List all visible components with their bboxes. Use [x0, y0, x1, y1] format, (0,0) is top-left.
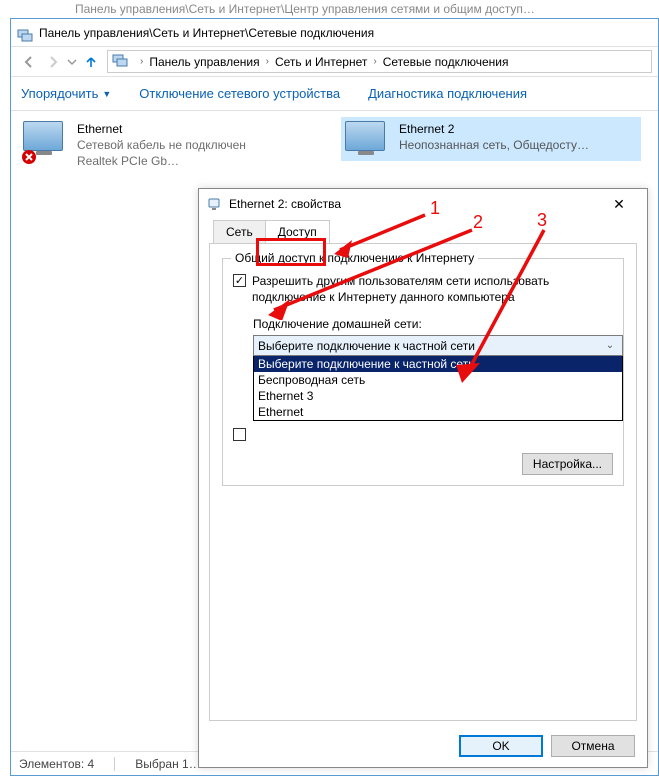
- adapter-icon: [23, 121, 67, 157]
- chevron-right-icon: ›: [266, 56, 269, 67]
- home-network-combo: Выберите подключение к частной сети ⌄ Вы…: [253, 335, 623, 421]
- disconnected-x-icon: [21, 149, 37, 165]
- background-window-title: Панель управления\Сеть и Интернет\Центр …: [75, 0, 659, 18]
- network-connections-icon: [112, 52, 128, 71]
- dialog-panel: Общий доступ к подключению к Интернету ✓…: [209, 243, 637, 721]
- chevron-down-icon: ⌄: [602, 340, 618, 351]
- adapter-small-icon: [207, 195, 223, 214]
- window-titlebar: Панель управления\Сеть и Интернет\Сетевы…: [11, 19, 658, 47]
- address-bar-row: › Панель управления › Сеть и Интернет › …: [11, 47, 658, 77]
- allow-sharing-checkbox[interactable]: ✓: [233, 274, 246, 287]
- chevron-down-icon: ▼: [102, 89, 111, 99]
- allow-control-checkbox[interactable]: [233, 428, 246, 441]
- dialog-title-text: Ethernet 2: свойства: [229, 197, 341, 211]
- adapter-icon: [345, 121, 389, 157]
- allow-sharing-label: Разрешить другим пользователям сети испо…: [252, 273, 613, 305]
- ics-group: Общий доступ к подключению к Интернету ✓…: [222, 258, 624, 486]
- ok-button[interactable]: OK: [459, 735, 543, 757]
- organize-menu[interactable]: Упорядочить ▼: [21, 86, 111, 101]
- combo-box[interactable]: Выберите подключение к частной сети ⌄: [253, 335, 623, 356]
- second-checkbox-row: [233, 427, 613, 441]
- connection-status: Сетевой кабель не подключен: [77, 137, 246, 153]
- combo-option[interactable]: Ethernet 3: [254, 388, 622, 404]
- combo-option[interactable]: Выберите подключение к частной сети: [254, 356, 622, 372]
- network-connections-icon: [17, 25, 33, 53]
- dialog-buttons: OK Отмена: [459, 735, 635, 757]
- breadcrumb-segment[interactable]: Панель управления: [149, 55, 259, 69]
- tab-network[interactable]: Сеть: [213, 220, 266, 244]
- group-legend: Общий доступ к подключению к Интернету: [231, 251, 478, 265]
- nav-recent-dropdown[interactable]: [65, 50, 79, 74]
- dialog-titlebar: Ethernet 2: свойства ✕: [199, 189, 647, 219]
- connection-device: Realtek PCIe Gb…: [77, 153, 246, 169]
- nav-up-button[interactable]: [79, 50, 103, 74]
- combo-option[interactable]: Беспроводная сеть: [254, 372, 622, 388]
- status-separator: [114, 757, 115, 771]
- window-title-text: Панель управления\Сеть и Интернет\Сетевы…: [39, 26, 374, 40]
- connection-status: Неопознанная сеть, Общедосту…: [399, 137, 589, 153]
- connection-item-ethernet[interactable]: Ethernet Сетевой кабель не подключен Rea…: [23, 121, 323, 169]
- combo-selected-value: Выберите подключение к частной сети: [258, 339, 475, 353]
- organize-label: Упорядочить: [21, 86, 98, 101]
- home-network-label: Подключение домашней сети:: [253, 317, 613, 331]
- settings-button-row: Настройка...: [233, 453, 613, 475]
- command-bar: Упорядочить ▼ Отключение сетевого устрой…: [11, 77, 658, 111]
- tab-sharing[interactable]: Доступ: [265, 220, 330, 244]
- breadcrumb-segment[interactable]: Сеть и Интернет: [275, 55, 367, 69]
- nav-forward-button: [41, 50, 65, 74]
- properties-dialog: Ethernet 2: свойства ✕ Сеть Доступ Общий…: [198, 188, 648, 768]
- dialog-tabs: Сеть Доступ: [199, 220, 647, 244]
- chevron-right-icon: ›: [140, 56, 143, 67]
- background-window-title-text: Панель управления\Сеть и Интернет\Центр …: [75, 2, 535, 16]
- diagnose-button[interactable]: Диагностика подключения: [368, 86, 527, 101]
- close-icon: ✕: [613, 196, 625, 213]
- breadcrumb-bar[interactable]: › Панель управления › Сеть и Интернет › …: [107, 50, 652, 73]
- nav-back-button[interactable]: [17, 50, 41, 74]
- connection-item-ethernet2[interactable]: Ethernet 2 Неопознанная сеть, Общедосту…: [341, 117, 641, 161]
- item-count: Элементов: 4: [19, 757, 94, 771]
- combo-dropdown-list: Выберите подключение к частной сети Бесп…: [253, 356, 623, 421]
- cancel-button[interactable]: Отмена: [551, 735, 635, 757]
- allow-sharing-row: ✓ Разрешить другим пользователям сети ис…: [233, 273, 613, 305]
- breadcrumb-segment[interactable]: Сетевые подключения: [383, 55, 509, 69]
- disable-device-button[interactable]: Отключение сетевого устройства: [139, 86, 340, 101]
- connection-name: Ethernet 2: [399, 121, 589, 137]
- chevron-right-icon: ›: [373, 56, 376, 67]
- settings-button[interactable]: Настройка...: [522, 453, 613, 475]
- selected-count: Выбран 1…: [135, 757, 200, 771]
- connection-name: Ethernet: [77, 121, 246, 137]
- close-button[interactable]: ✕: [599, 189, 639, 219]
- combo-option[interactable]: Ethernet: [254, 404, 622, 420]
